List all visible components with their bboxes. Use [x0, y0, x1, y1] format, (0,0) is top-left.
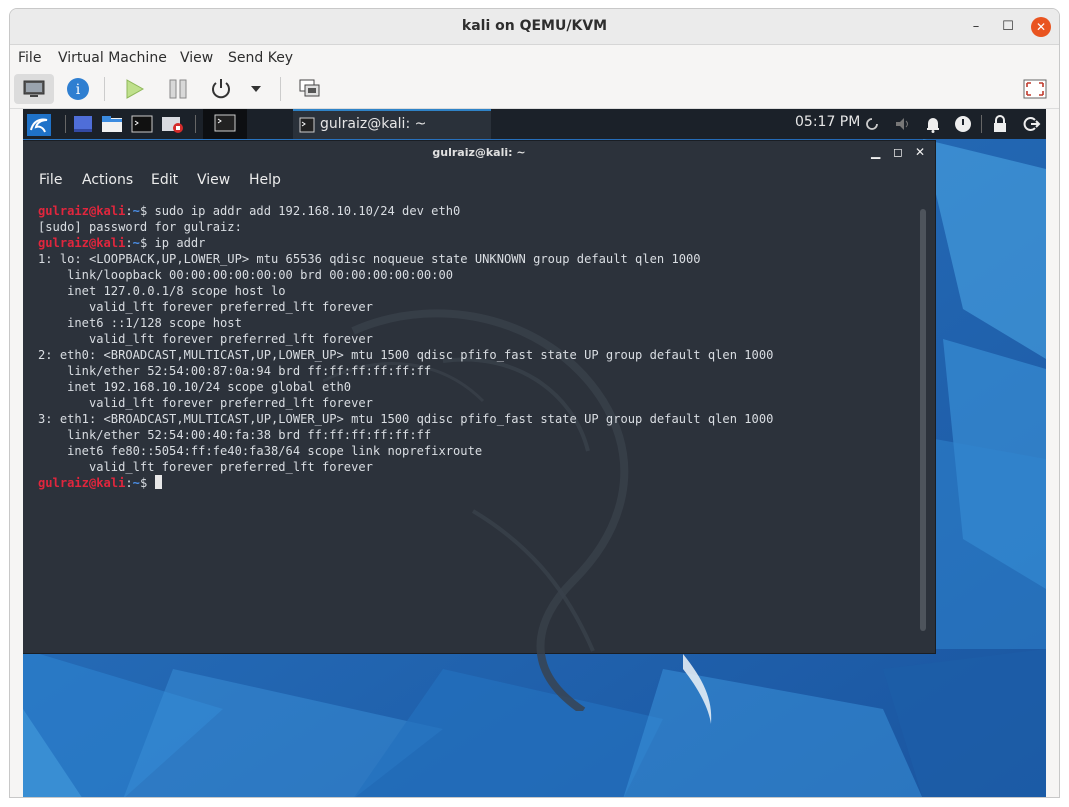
- maximize-icon[interactable]: ☐: [998, 17, 1018, 37]
- prompt-separator: :: [125, 204, 133, 218]
- panel-separator: [65, 115, 66, 133]
- terminal-close-icon[interactable]: ✕: [915, 145, 925, 159]
- terminal-menu-help[interactable]: Help: [249, 172, 281, 188]
- terminal-menu-bar: File Actions Edit View Help: [23, 169, 935, 193]
- menu-file[interactable]: File: [18, 50, 41, 66]
- terminal-output-line: inet 192.168.10.10/24 scope global eth0: [38, 380, 352, 394]
- files-icon[interactable]: [101, 114, 125, 134]
- prompt-directory: ~: [132, 204, 140, 218]
- title-bar[interactable]: kali on QEMU/KVM – ☐ ✕: [10, 9, 1059, 45]
- vm-viewer-window: kali on QEMU/KVM – ☐ ✕ File Virtual Mach…: [9, 8, 1060, 798]
- terminal-command-line: gulraiz@kali:~$ sudo ip addr add 192.168…: [38, 203, 918, 219]
- fullscreen-icon[interactable]: [1018, 74, 1052, 104]
- details-icon[interactable]: i: [62, 74, 94, 104]
- prompt-symbol: $: [139, 204, 155, 218]
- logout-icon[interactable]: [1021, 114, 1041, 134]
- terminal-maximize-icon[interactable]: ◻: [893, 145, 903, 159]
- terminal-output-line: valid_lft forever preferred_lft forever: [38, 300, 373, 314]
- terminal-output-line: inet 127.0.0.1/8 scope host lo: [38, 284, 286, 298]
- panel-separator: [195, 115, 196, 133]
- prompt-separator: :: [125, 236, 133, 250]
- taskbar-terminal-button[interactable]: gulraiz@kali: ~: [293, 109, 491, 139]
- guest-top-panel: gulraiz@kali: ~ 05:17 PM: [23, 109, 1046, 139]
- panel-separator: [981, 115, 982, 133]
- terminal-output-line: valid_lft forever preferred_lft forever: [38, 332, 373, 346]
- terminal-window-icon[interactable]: [203, 109, 247, 139]
- terminal-output-line: inet6 ::1/128 scope host: [38, 316, 242, 330]
- terminal-output-line: [sudo] password for gulraiz:: [38, 220, 242, 234]
- command-text: ip addr: [154, 236, 206, 250]
- prompt-user: gulraiz@kali: [38, 236, 126, 250]
- toolbar-divider: [104, 77, 105, 101]
- terminal-icon[interactable]: [131, 114, 155, 134]
- terminal-cursor: [154, 475, 162, 489]
- svg-text:i: i: [76, 82, 81, 98]
- guest-display[interactable]: gulraiz@kali: ~ 05:17 PM gulraiz@kali: ~…: [23, 109, 1046, 797]
- power-manager-icon[interactable]: [953, 114, 973, 134]
- prompt-symbol: $: [139, 236, 155, 250]
- terminal-minimize-icon[interactable]: ▁: [871, 145, 880, 159]
- lock-icon[interactable]: [991, 114, 1011, 134]
- prompt-symbol: $: [139, 476, 155, 490]
- menu-bar: File Virtual Machine View Send Key: [10, 45, 1059, 71]
- toolbar-divider: [280, 77, 281, 101]
- prompt-directory: ~: [132, 236, 140, 250]
- close-icon[interactable]: ✕: [1031, 17, 1051, 37]
- terminal-menu-view[interactable]: View: [197, 172, 230, 188]
- window-title: kali on QEMU/KVM: [461, 18, 608, 34]
- terminal-output-line: 3: eth1: <BROADCAST,MULTICAST,UP,LOWER_U…: [38, 412, 774, 426]
- terminal-small-icon: [299, 117, 315, 133]
- terminal-output-line: 1: lo: <LOOPBACK,UP,LOWER_UP> mtu 65536 …: [38, 252, 701, 266]
- volume-icon[interactable]: [893, 114, 913, 134]
- command-text: sudo ip addr add 192.168.10.10/24 dev et…: [154, 204, 461, 218]
- toolbar: i: [10, 71, 1059, 109]
- terminal-prompt-line: gulraiz@kali:~$: [38, 475, 918, 491]
- terminal-output-line: link/ether 52:54:00:87:0a:94 brd ff:ff:f…: [38, 364, 432, 378]
- terminal-menu-actions[interactable]: Actions: [82, 172, 133, 188]
- terminal-output-line: link/ether 52:54:00:40:fa:38 brd ff:ff:f…: [38, 428, 432, 442]
- terminal-output-line: inet6 fe80::5054:ff:fe40:fa38/64 scope l…: [38, 444, 483, 458]
- minimize-icon[interactable]: –: [966, 17, 986, 37]
- terminal-command-line: gulraiz@kali:~$ ip addr: [38, 235, 918, 251]
- taskbar-terminal-label: gulraiz@kali: ~: [320, 116, 427, 132]
- prompt-user: gulraiz@kali: [38, 204, 126, 218]
- menu-virtual-machine[interactable]: Virtual Machine: [58, 50, 167, 66]
- pause-icon[interactable]: [162, 74, 194, 104]
- recorder-icon[interactable]: [161, 114, 185, 134]
- menu-view[interactable]: View: [180, 50, 213, 66]
- panel-clock[interactable]: 05:17 PM: [795, 114, 860, 130]
- console-icon[interactable]: [14, 74, 54, 104]
- terminal-window[interactable]: gulraiz@kali: ~ ▁ ◻ ✕ File Actions Edit …: [23, 141, 935, 711]
- snapshot-icon[interactable]: [294, 74, 326, 104]
- run-icon[interactable]: [118, 74, 150, 104]
- terminal-output-line: valid_lft forever preferred_lft forever: [38, 460, 373, 474]
- prompt-directory: ~: [132, 476, 140, 490]
- terminal-output-line: valid_lft forever preferred_lft forever: [38, 396, 373, 410]
- terminal-title: gulraiz@kali: ~: [432, 146, 526, 159]
- terminal-scrollbar[interactable]: [920, 209, 926, 631]
- terminal-output-line: 2: eth0: <BROADCAST,MULTICAST,UP,LOWER_U…: [38, 348, 774, 362]
- prompt-user: gulraiz@kali: [38, 476, 126, 490]
- kali-menu-icon[interactable]: [27, 114, 53, 136]
- power-icon[interactable]: [205, 74, 237, 104]
- menu-send-key[interactable]: Send Key: [228, 50, 293, 66]
- dropdown-icon[interactable]: [246, 74, 266, 104]
- notifications-icon[interactable]: [923, 114, 943, 134]
- prompt-separator: :: [125, 476, 133, 490]
- terminal-menu-file[interactable]: File: [39, 172, 62, 188]
- network-icon[interactable]: [863, 114, 881, 134]
- terminal-menu-edit[interactable]: Edit: [151, 172, 178, 188]
- terminal-output[interactable]: gulraiz@kali:~$ sudo ip addr add 192.168…: [38, 203, 918, 643]
- terminal-output-line: link/loopback 00:00:00:00:00:00 brd 00:0…: [38, 268, 454, 282]
- workspace-icon[interactable]: [73, 114, 95, 134]
